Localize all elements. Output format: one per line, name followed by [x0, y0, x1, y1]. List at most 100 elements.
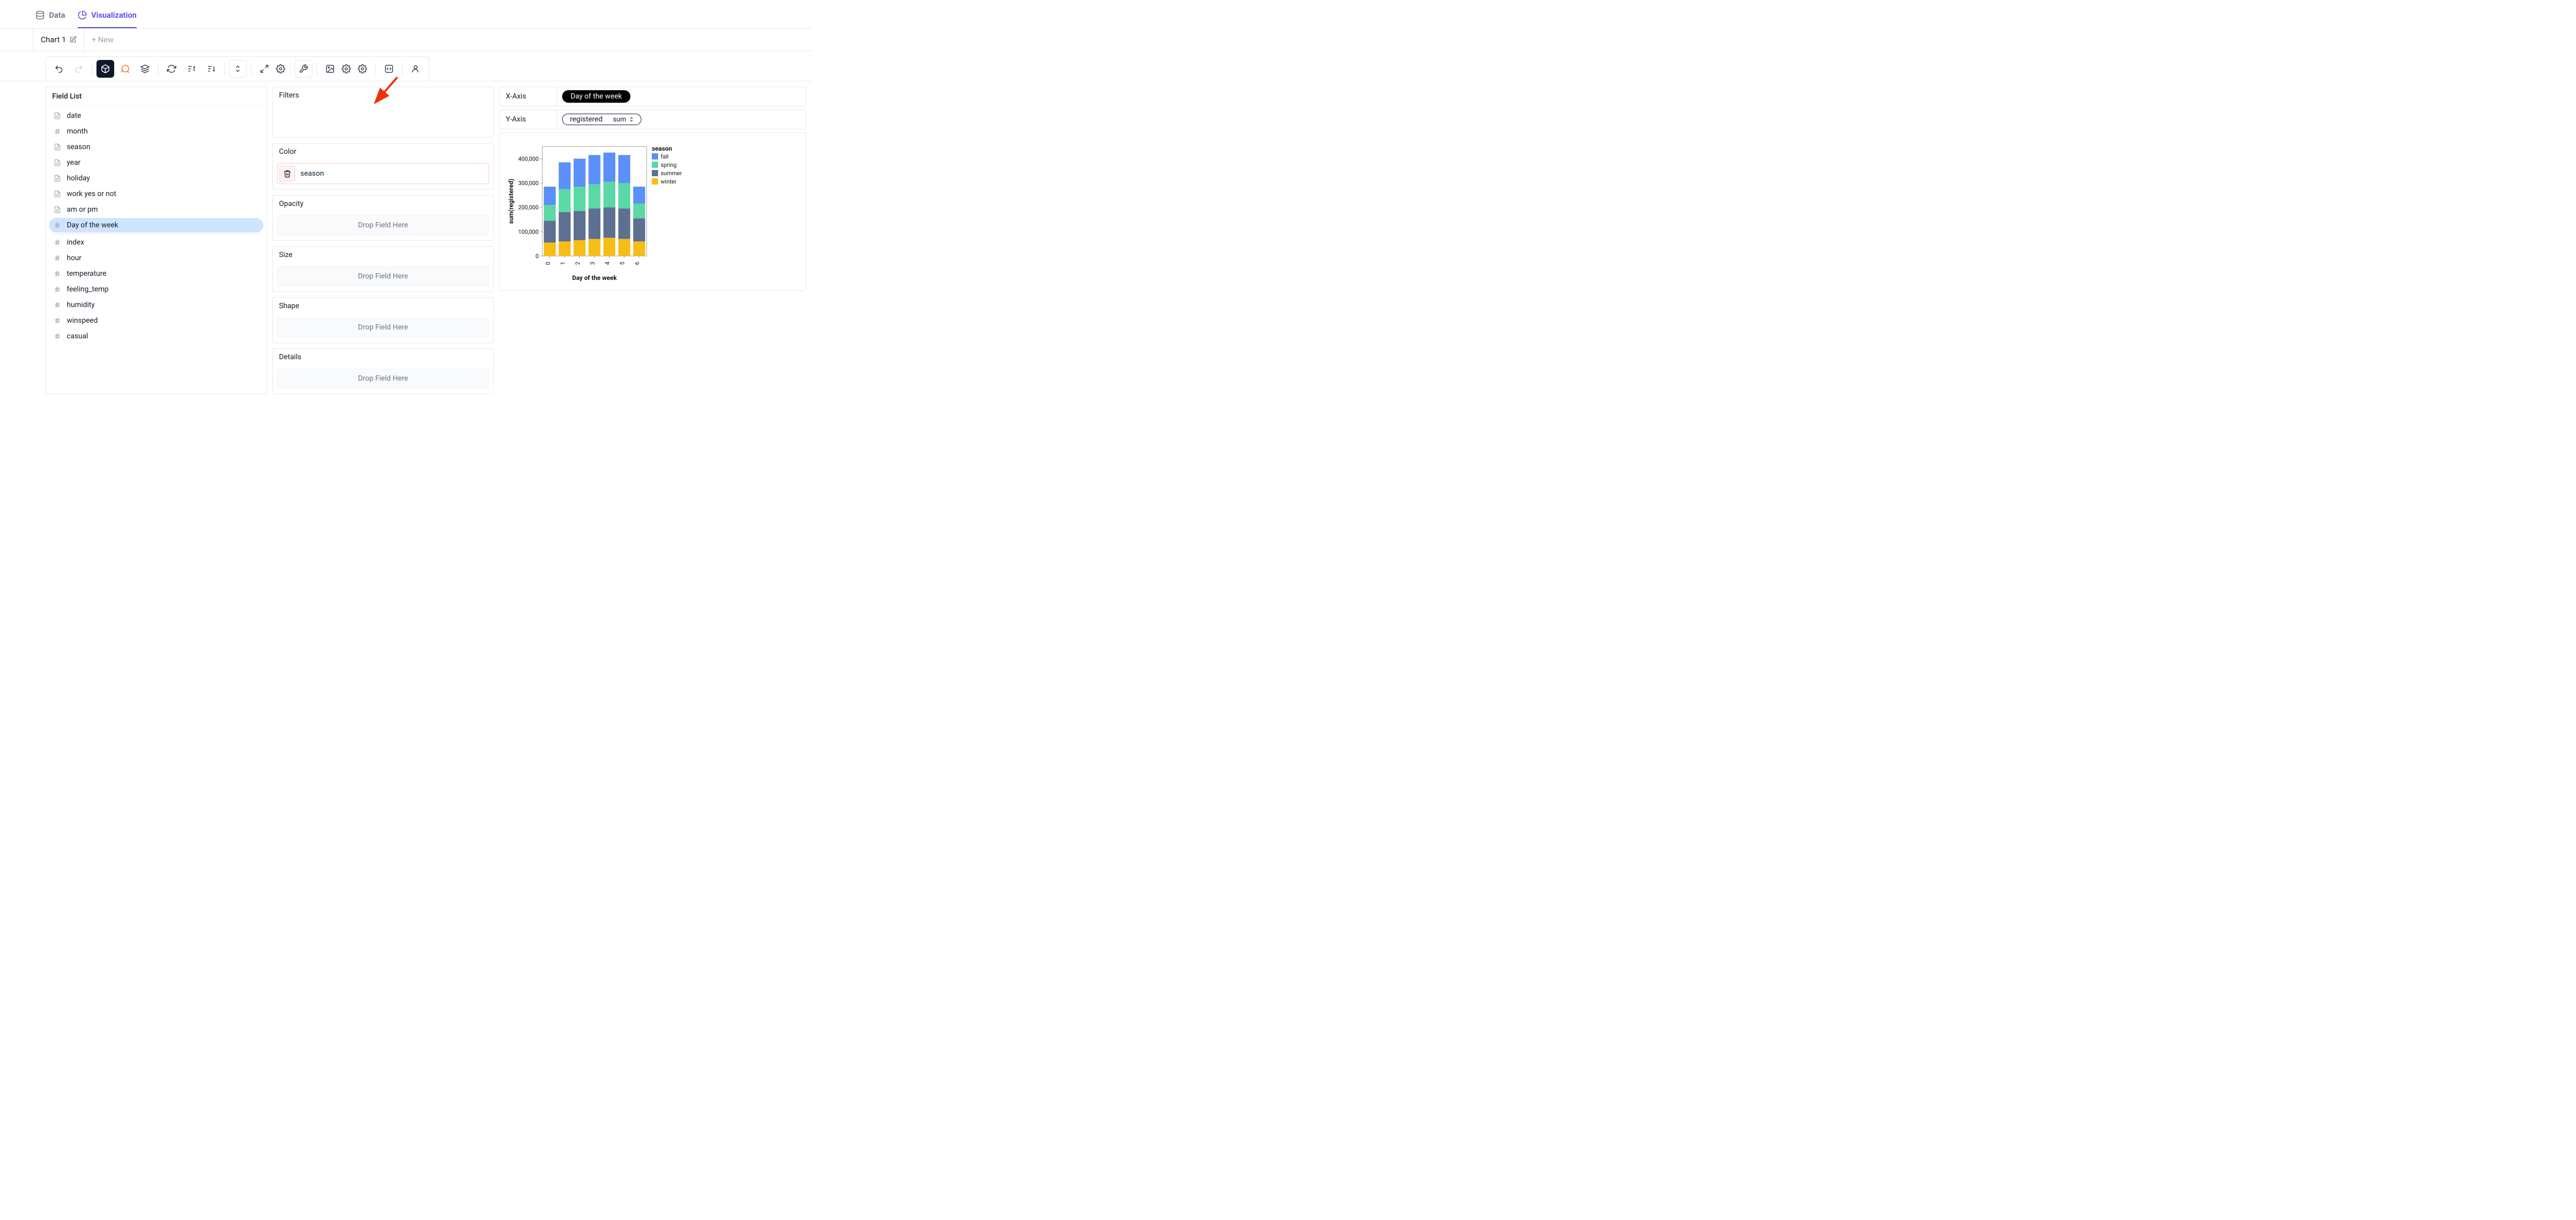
svg-text:spring: spring — [661, 162, 677, 168]
y-axis-row: Y-Axis registered sum — [499, 109, 806, 129]
hash-icon — [53, 317, 62, 324]
user-button[interactable] — [407, 60, 424, 78]
field-item[interactable]: Day of the week — [49, 218, 263, 233]
code-button[interactable] — [380, 60, 398, 78]
field-label: holiday — [67, 174, 90, 182]
redo-button[interactable] — [70, 60, 88, 78]
svg-text:100,000: 100,000 — [518, 228, 539, 235]
trash-icon — [283, 169, 291, 178]
svg-text:winter: winter — [661, 178, 676, 185]
cube-mode-button[interactable] — [96, 60, 114, 78]
tab-data-label: Data — [49, 10, 65, 20]
field-label: hour — [67, 254, 81, 262]
hash-icon — [53, 333, 62, 340]
color-label: Color — [273, 143, 493, 160]
details-dropzone[interactable]: Drop Field Here — [277, 369, 489, 388]
shape-dropzone[interactable]: Drop Field Here — [277, 318, 489, 337]
refresh-button[interactable] — [163, 60, 180, 78]
field-label: Day of the week — [67, 221, 118, 229]
tab-visualization[interactable]: Visualization — [78, 10, 137, 28]
y-axis-field-pill[interactable]: registered sum — [562, 114, 641, 125]
field-label: winspeed — [67, 316, 98, 325]
field-item[interactable]: holiday — [49, 171, 263, 186]
sort-desc-button[interactable] — [202, 60, 220, 78]
file-icon — [53, 175, 62, 182]
settings-button[interactable] — [354, 60, 371, 78]
expand-button[interactable] — [256, 60, 273, 78]
field-item[interactable]: casual — [49, 329, 263, 344]
file-icon — [53, 206, 62, 213]
stacked-bar-chart: 0100,000200,000300,000400,0000123456Day … — [506, 141, 694, 282]
filters-label: Filters — [273, 87, 493, 104]
x-axis-field-name: Day of the week — [570, 92, 622, 101]
chart-tab-label: Chart 1 — [41, 35, 66, 44]
toolbar — [45, 56, 429, 81]
shape-label: Shape — [273, 298, 493, 314]
field-label: feeling_temp — [67, 285, 108, 294]
field-list-panel: Field List datemonthseasonyearholidaywor… — [45, 87, 267, 394]
field-item[interactable]: feeling_temp — [49, 282, 263, 297]
svg-text:6: 6 — [634, 262, 641, 265]
svg-text:0: 0 — [536, 253, 539, 260]
hash-icon — [53, 301, 62, 309]
svg-text:summer: summer — [661, 170, 682, 177]
layers-button[interactable] — [136, 60, 154, 78]
message-button[interactable] — [116, 60, 134, 78]
svg-text:200,000: 200,000 — [518, 204, 539, 211]
y-axis-agg-value: sum — [613, 116, 626, 124]
size-dropzone[interactable]: Drop Field Here — [277, 266, 489, 286]
field-label: am or pm — [67, 205, 98, 214]
svg-text:400,000: 400,000 — [518, 155, 539, 162]
field-item[interactable]: work yes or not — [49, 187, 263, 201]
field-label: month — [67, 127, 88, 136]
filters-shelf[interactable]: Filters — [272, 87, 494, 138]
sort-asc-button[interactable] — [183, 60, 200, 78]
field-label: index — [67, 238, 84, 247]
opacity-shelf[interactable]: Opacity Drop Field Here — [272, 195, 494, 241]
field-item[interactable]: year — [49, 155, 263, 170]
field-item[interactable]: winspeed — [49, 313, 263, 328]
x-axis-field-pill[interactable]: Day of the week — [562, 90, 630, 103]
field-item[interactable]: index — [49, 235, 263, 250]
chart-tabs: Chart 1 + New — [0, 29, 811, 51]
field-item[interactable]: temperature — [49, 266, 263, 281]
file-icon — [53, 190, 62, 198]
new-chart-tab[interactable]: + New — [84, 29, 121, 51]
wrench-button[interactable] — [295, 60, 312, 78]
image-button[interactable] — [321, 60, 339, 78]
expand-settings-button[interactable] — [275, 60, 286, 78]
axis-toggle-button[interactable] — [229, 60, 247, 78]
chart-column: X-Axis Day of the week Y-Axis registered… — [499, 87, 806, 394]
remove-color-field-button[interactable] — [280, 166, 295, 181]
svg-text:1: 1 — [560, 262, 566, 265]
image-settings-button[interactable] — [341, 60, 351, 78]
svg-text:2: 2 — [574, 262, 581, 265]
field-label: casual — [67, 332, 88, 340]
undo-button[interactable] — [50, 60, 68, 78]
size-shelf[interactable]: Size Drop Field Here — [272, 246, 494, 292]
svg-text:4: 4 — [604, 262, 611, 265]
field-label: temperature — [67, 270, 106, 278]
svg-text:5: 5 — [619, 262, 626, 265]
opacity-dropzone[interactable]: Drop Field Here — [277, 215, 489, 235]
field-item[interactable]: humidity — [49, 298, 263, 312]
shape-shelf[interactable]: Shape Drop Field Here — [272, 297, 494, 343]
field-item[interactable]: season — [49, 140, 263, 154]
x-axis-label: X-Axis — [500, 87, 557, 106]
field-item[interactable]: hour — [49, 251, 263, 265]
field-item[interactable]: date — [49, 108, 263, 123]
select-icon — [628, 116, 635, 123]
details-shelf[interactable]: Details Drop Field Here — [272, 348, 494, 394]
y-axis-agg-selector[interactable]: sum — [613, 116, 638, 124]
color-shelf[interactable]: Color season — [272, 143, 494, 190]
color-field-chip[interactable]: season — [277, 163, 489, 184]
chart-tab-1[interactable]: Chart 1 — [33, 29, 84, 51]
field-item[interactable]: am or pm — [49, 202, 263, 217]
file-icon — [53, 112, 62, 119]
new-chart-label: + New — [92, 35, 114, 44]
tab-data[interactable]: Data — [35, 10, 65, 28]
field-item[interactable]: month — [49, 124, 263, 139]
field-label: year — [67, 158, 80, 167]
svg-text:season: season — [652, 145, 672, 152]
svg-text:0: 0 — [544, 262, 551, 265]
